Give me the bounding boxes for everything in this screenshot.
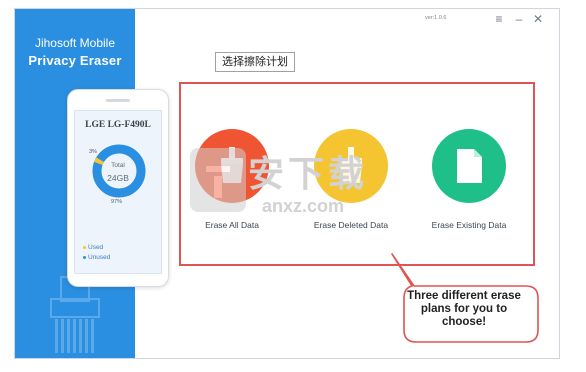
unused-percent: 97% — [111, 199, 123, 205]
watermark-sub: anxz.com — [262, 196, 345, 216]
callout-text: Three different erase plans for you to c… — [407, 290, 521, 328]
device-name: LGE LG-F490L — [85, 120, 151, 130]
storage-label: Total — [111, 162, 125, 169]
donut-unused-ring — [92, 144, 146, 198]
minimize-icon[interactable]: – — [512, 10, 526, 28]
legend-used-dot — [83, 245, 86, 249]
legend-used: Used — [83, 244, 103, 251]
legend-used-label: Used — [88, 244, 104, 251]
legend-unused: Unused — [83, 254, 110, 261]
document-icon — [457, 149, 482, 183]
close-icon[interactable]: ✕ — [531, 10, 545, 28]
storage-total: 24GB — [107, 173, 129, 183]
section-tag: 选择擦除计划 — [215, 52, 295, 72]
storage-donut-chart — [92, 144, 146, 198]
used-percent: 3% — [89, 149, 97, 155]
app-title-line2: Privacy Eraser — [28, 53, 122, 68]
erase-existing-data-option[interactable]: Erase Existing Data — [424, 129, 514, 230]
erase-existing-data-label: Erase Existing Data — [431, 220, 507, 230]
version-label: ver:1.0.6 — [425, 15, 447, 21]
menu-icon[interactable]: ≡ — [492, 10, 506, 28]
phone-earpiece — [106, 99, 130, 102]
erase-existing-data-button[interactable] — [432, 129, 506, 203]
legend-unused-label: Unused — [88, 254, 111, 261]
phone-screen: LGE LG-F490L Total 24GB 3% 97% Used Unus… — [74, 110, 162, 274]
legend-unused-dot — [83, 255, 86, 259]
phone-illustration: LGE LG-F490L Total 24GB 3% 97% Used Unus… — [67, 89, 169, 287]
watermark-text: 安下载 — [248, 153, 369, 194]
app-title-line1: Jihosoft Mobile — [34, 36, 116, 50]
